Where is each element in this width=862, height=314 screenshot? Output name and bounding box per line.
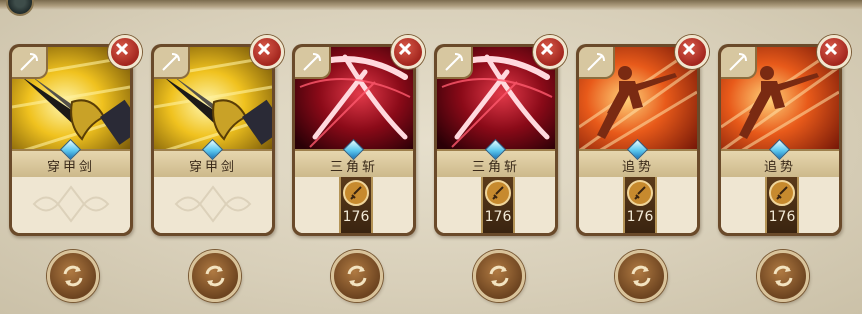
card-footer	[154, 177, 272, 233]
remove-card-button[interactable]	[675, 35, 709, 69]
remove-card-button[interactable]	[817, 35, 851, 69]
refresh-card-button-1[interactable]	[189, 250, 241, 302]
attack-badge	[485, 180, 511, 206]
sword-icon	[776, 186, 788, 200]
skill-card-4[interactable]: 追势 176	[576, 35, 709, 236]
attack-badge	[627, 180, 653, 206]
wand-icon	[20, 53, 38, 71]
refresh-icon	[205, 265, 225, 287]
attack-badge	[769, 180, 795, 206]
card-footer	[12, 177, 130, 233]
skill-card-5[interactable]: 追势 176	[718, 35, 851, 236]
wand-icon	[303, 53, 321, 71]
remove-card-button[interactable]	[533, 35, 567, 69]
ornament-pattern	[174, 185, 252, 223]
attack-stat: 176	[481, 177, 515, 233]
top-decorative-strip	[0, 0, 862, 10]
attack-value: 176	[768, 209, 796, 225]
attack-value: 176	[484, 209, 512, 225]
card-name-bar: 追势	[721, 138, 839, 179]
attack-badge	[343, 180, 369, 206]
card-type-tab	[12, 47, 48, 79]
close-icon	[399, 43, 411, 55]
refresh-card-button-4[interactable]	[615, 250, 667, 302]
refresh-card-button-0[interactable]	[47, 250, 99, 302]
card-name: 三角斩	[329, 160, 378, 175]
card-body: 穿甲剑	[12, 47, 130, 233]
ornament-pattern	[32, 185, 110, 223]
card-footer: 176	[579, 177, 697, 233]
refresh-icon	[347, 265, 367, 287]
card-name-bar: 三角斩	[437, 138, 555, 179]
card-name-bar: 穿甲剑	[12, 138, 130, 179]
remove-card-button[interactable]	[108, 35, 142, 69]
refresh-icon	[63, 265, 83, 287]
card-type-tab	[437, 47, 473, 79]
refresh-icon	[489, 265, 509, 287]
card-footer: 176	[437, 177, 555, 233]
card-footer: 176	[295, 177, 413, 233]
card-body: 追势 176	[579, 47, 697, 233]
refresh-card-button-2[interactable]	[331, 250, 383, 302]
card-name: 三角斩	[471, 160, 520, 175]
close-icon	[541, 43, 553, 55]
sword-icon	[492, 186, 504, 200]
close-icon	[683, 43, 695, 55]
refresh-icon	[631, 265, 651, 287]
refresh-icon	[773, 265, 793, 287]
wand-icon	[587, 53, 605, 71]
skill-card-2[interactable]: 三角斩 176	[292, 35, 425, 236]
wand-icon	[162, 53, 180, 71]
card-name-bar: 穿甲剑	[154, 138, 272, 179]
card-type-tab	[721, 47, 757, 79]
attack-stat: 176	[339, 177, 373, 233]
wand-icon	[445, 53, 463, 71]
card-body: 三角斩 176	[437, 47, 555, 233]
close-icon	[116, 43, 128, 55]
sword-icon	[350, 186, 362, 200]
wand-icon	[729, 53, 747, 71]
card-name-bar: 三角斩	[295, 138, 413, 179]
card-body: 三角斩 176	[295, 47, 413, 233]
card-type-tab	[295, 47, 331, 79]
card-body: 追势 176	[721, 47, 839, 233]
skill-card-3[interactable]: 三角斩 176	[434, 35, 567, 236]
sword-icon	[634, 186, 646, 200]
card-name: 追势	[763, 160, 796, 175]
card-name: 追势	[621, 160, 654, 175]
card-type-tab	[154, 47, 190, 79]
card-name: 穿甲剑	[46, 160, 95, 175]
card-name: 穿甲剑	[188, 160, 237, 175]
attack-stat: 176	[623, 177, 657, 233]
close-icon	[825, 43, 837, 55]
skill-card-0[interactable]: 穿甲剑	[9, 35, 142, 236]
card-type-tab	[579, 47, 615, 79]
attack-value: 176	[626, 209, 654, 225]
attack-value: 176	[342, 209, 370, 225]
attack-stat: 176	[765, 177, 799, 233]
close-icon	[258, 43, 270, 55]
card-name-bar: 追势	[579, 138, 697, 179]
remove-card-button[interactable]	[391, 35, 425, 69]
remove-card-button[interactable]	[250, 35, 284, 69]
refresh-card-button-5[interactable]	[757, 250, 809, 302]
card-body: 穿甲剑	[154, 47, 272, 233]
skill-card-1[interactable]: 穿甲剑	[151, 35, 284, 236]
card-footer: 176	[721, 177, 839, 233]
refresh-card-button-3[interactable]	[473, 250, 525, 302]
